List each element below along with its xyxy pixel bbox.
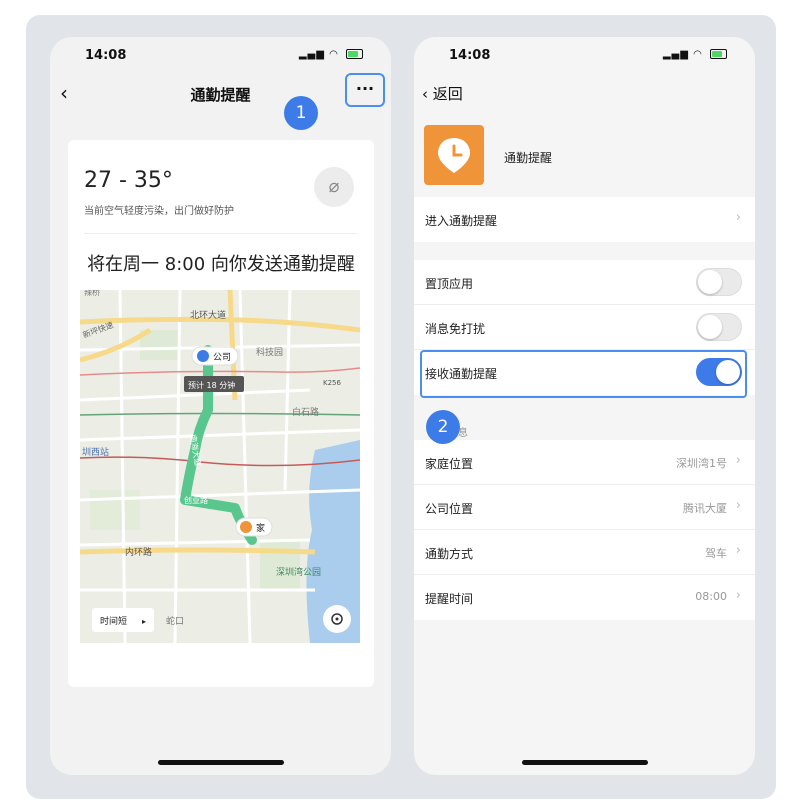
map-label-techpark: 科技园 — [256, 346, 283, 358]
map-svg: 北环大道 辣桥 新坪快速 科技园 K256 白石路 圳西站 南海大道 创业路 内… — [80, 290, 360, 643]
row-value: 08:00 — [695, 590, 727, 603]
toggle-knob — [698, 270, 722, 294]
company-label: 公司 — [213, 352, 231, 363]
status-bar: 14:08 ▂▄▆ ◠ — [414, 37, 755, 71]
row-label: 置顶应用 — [425, 277, 474, 291]
row-label: 进入通勤提醒 — [425, 214, 498, 228]
signal-icon: ▂▄▆ — [662, 49, 689, 60]
status-time: 14:08 — [85, 48, 127, 63]
row-label: 通勤方式 — [425, 547, 474, 561]
leaf-icon: ⌀ — [314, 167, 354, 207]
app-icon — [424, 125, 484, 185]
info-row-time[interactable]: 提醒时间 08:00 › — [414, 575, 755, 620]
right-phone-screen: 14:08 ▂▄▆ ◠ ‹ 返回 通勤提醒 进入通勤提醒 › 置顶应用 消息免打… — [414, 37, 755, 775]
row-label: 公司位置 — [425, 502, 474, 516]
wifi-icon: ◠ — [693, 49, 703, 60]
back-label: 返回 — [432, 85, 463, 103]
map-label-baishi: 白石路 — [292, 406, 319, 418]
route-option-button[interactable]: 时间短 ▸ — [92, 608, 154, 632]
eta-text: 预计 18 分钟 — [188, 380, 235, 390]
info-row-mode[interactable]: 通勤方式 驾车 › — [414, 530, 755, 575]
air-quality-text: 当前空气轻度污染，出门做好防护 — [84, 206, 234, 217]
toggle-row-mute: 消息免打扰 — [414, 305, 755, 350]
row-value: 驾车 — [705, 547, 727, 560]
info-section: 家庭位置 深圳湾1号 › 公司位置 腾讯大厦 › 通勤方式 驾车 › 提醒时间 … — [414, 440, 755, 620]
app-name: 通勤提醒 — [504, 151, 553, 165]
divider — [84, 233, 358, 234]
chevron-right-icon: › — [735, 588, 741, 603]
status-time: 14:08 — [449, 48, 491, 63]
map-label-inner-ring: 内环路 — [125, 546, 152, 558]
map-label-highway: K256 — [323, 379, 341, 387]
locate-button[interactable] — [323, 605, 351, 633]
toggle-knob — [698, 315, 722, 339]
battery-icon — [346, 49, 363, 59]
status-icons: ▂▄▆ ◠ — [663, 49, 727, 60]
step-badge-1: 1 — [284, 96, 318, 130]
map-label-bay-park: 深圳湾公园 — [276, 566, 321, 578]
play-arrow-icon: ▸ — [142, 617, 146, 626]
left-phone-screen: 14:08 ▂▄▆ ◠ ‹ 通勤提醒 ··· 27 - 35° 当前空气轻度污染… — [50, 37, 391, 775]
signal-icon: ▂▄▆ — [298, 49, 325, 60]
commute-card: 27 - 35° 当前空气轻度污染，出门做好防护 ⌀ 将在周一 8:00 向你发… — [68, 140, 374, 687]
info-row-home[interactable]: 家庭位置 深圳湾1号 › — [414, 440, 755, 485]
pin-app-toggle[interactable] — [696, 268, 742, 296]
home-indicator[interactable] — [157, 760, 284, 765]
back-button[interactable]: ‹ 返回 — [422, 83, 463, 104]
status-icons: ▂▄▆ ◠ — [299, 49, 363, 60]
info-row-company[interactable]: 公司位置 腾讯大厦 › — [414, 485, 755, 530]
enter-section: 进入通勤提醒 › — [414, 197, 755, 242]
wifi-icon: ◠ — [329, 49, 339, 60]
company-pin[interactable]: 公司 — [191, 346, 239, 366]
chevron-right-icon: › — [735, 543, 741, 558]
map-label-station: 圳西站 — [82, 446, 109, 458]
nav-bar: ‹ 通勤提醒 ··· — [50, 73, 391, 113]
page-title: 通勤提醒 — [190, 86, 251, 104]
row-label: 家庭位置 — [425, 457, 474, 471]
battery-icon — [710, 49, 727, 59]
eta-label: 预计 18 分钟 — [184, 376, 244, 392]
route-map[interactable]: 北环大道 辣桥 新坪快速 科技园 K256 白石路 圳西站 南海大道 创业路 内… — [80, 290, 360, 643]
row-value: 腾讯大厦 — [683, 502, 727, 515]
back-chevron-icon: ‹ — [422, 85, 433, 103]
home-pin[interactable]: 家 — [235, 517, 273, 537]
road-label-north: 北环大道 — [190, 309, 226, 321]
map-label-shekou: 蛇口 — [166, 615, 184, 627]
chevron-right-icon: › — [735, 210, 741, 225]
mute-toggle[interactable] — [696, 313, 742, 341]
clock-pin-icon — [438, 138, 470, 173]
highlight-box — [420, 350, 747, 398]
home-indicator[interactable] — [521, 760, 648, 765]
temperature-range: 27 - 35° — [84, 168, 173, 193]
toggle-row-pin: 置顶应用 — [414, 260, 755, 305]
map-label-corner: 辣桥 — [84, 290, 100, 297]
step-badge-2: 2 — [426, 410, 460, 444]
nav-bar: ‹ 返回 — [414, 77, 755, 113]
enter-app-row[interactable]: 进入通勤提醒 › — [414, 197, 755, 242]
row-value: 深圳湾1号 — [676, 457, 727, 470]
status-bar: 14:08 ▂▄▆ ◠ — [50, 37, 391, 71]
row-label: 消息免打扰 — [425, 322, 486, 336]
map-label-chuangye: 创业路 — [184, 495, 208, 505]
row-label: 提醒时间 — [425, 592, 474, 606]
reminder-notice: 将在周一 8:00 向你发送通勤提醒 — [87, 254, 355, 275]
route-option-label: 时间短 — [100, 615, 127, 627]
home-label: 家 — [256, 522, 265, 534]
chevron-right-icon: › — [735, 498, 741, 513]
chevron-right-icon: › — [735, 453, 741, 468]
more-button[interactable]: ··· — [345, 73, 385, 107]
